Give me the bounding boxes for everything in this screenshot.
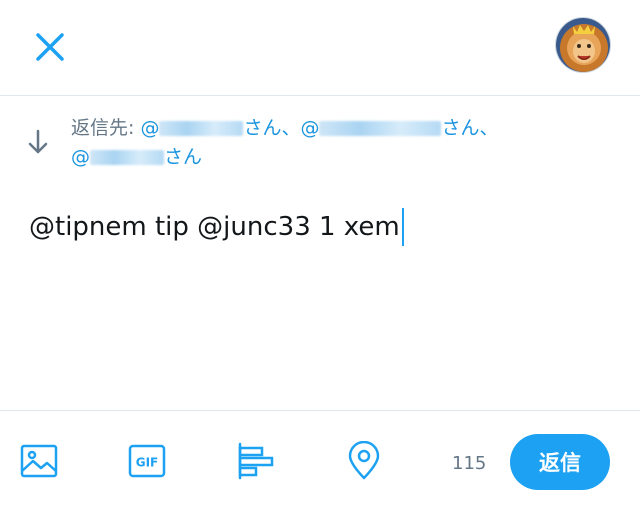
text-cursor — [401, 208, 404, 246]
reply-mention: @ さん、 — [140, 117, 301, 139]
arrow-down-icon — [28, 129, 48, 154]
location-icon — [348, 440, 380, 480]
compose-toolbar: GIF 115 返信 — [0, 410, 640, 510]
avatar[interactable] — [555, 17, 611, 73]
redacted-username — [159, 121, 244, 136]
reply-to-label: 返信先: — [71, 117, 141, 139]
redacted-username — [90, 150, 164, 165]
close-button[interactable] — [30, 27, 70, 67]
reply-button[interactable]: 返信 — [510, 434, 610, 490]
gif-icon: GIF — [128, 444, 166, 478]
reply-mention: @ さん — [71, 146, 203, 168]
add-location-button[interactable] — [344, 440, 384, 481]
image-icon — [20, 444, 58, 478]
add-image-button[interactable] — [19, 441, 59, 481]
close-icon — [36, 33, 64, 61]
reply-to-text: 返信先: @ さん、@ さん、 @ さん — [71, 114, 611, 172]
lion-avatar-icon — [556, 18, 610, 72]
add-poll-button[interactable] — [236, 441, 276, 481]
compose-header — [0, 0, 640, 96]
tweet-compose-field[interactable]: @tipnem tip @junc33 1 xem — [29, 205, 404, 249]
redacted-username — [319, 121, 442, 136]
compose-text: @tipnem tip @junc33 1 xem — [29, 212, 400, 242]
svg-text:GIF: GIF — [136, 456, 159, 470]
add-gif-button[interactable]: GIF — [127, 441, 167, 481]
reply-to-row[interactable]: 返信先: @ さん、@ さん、 @ さん — [0, 106, 640, 172]
reply-mention: @ さん、 — [300, 117, 499, 139]
poll-icon — [238, 442, 274, 480]
character-count: 115 — [452, 453, 487, 474]
